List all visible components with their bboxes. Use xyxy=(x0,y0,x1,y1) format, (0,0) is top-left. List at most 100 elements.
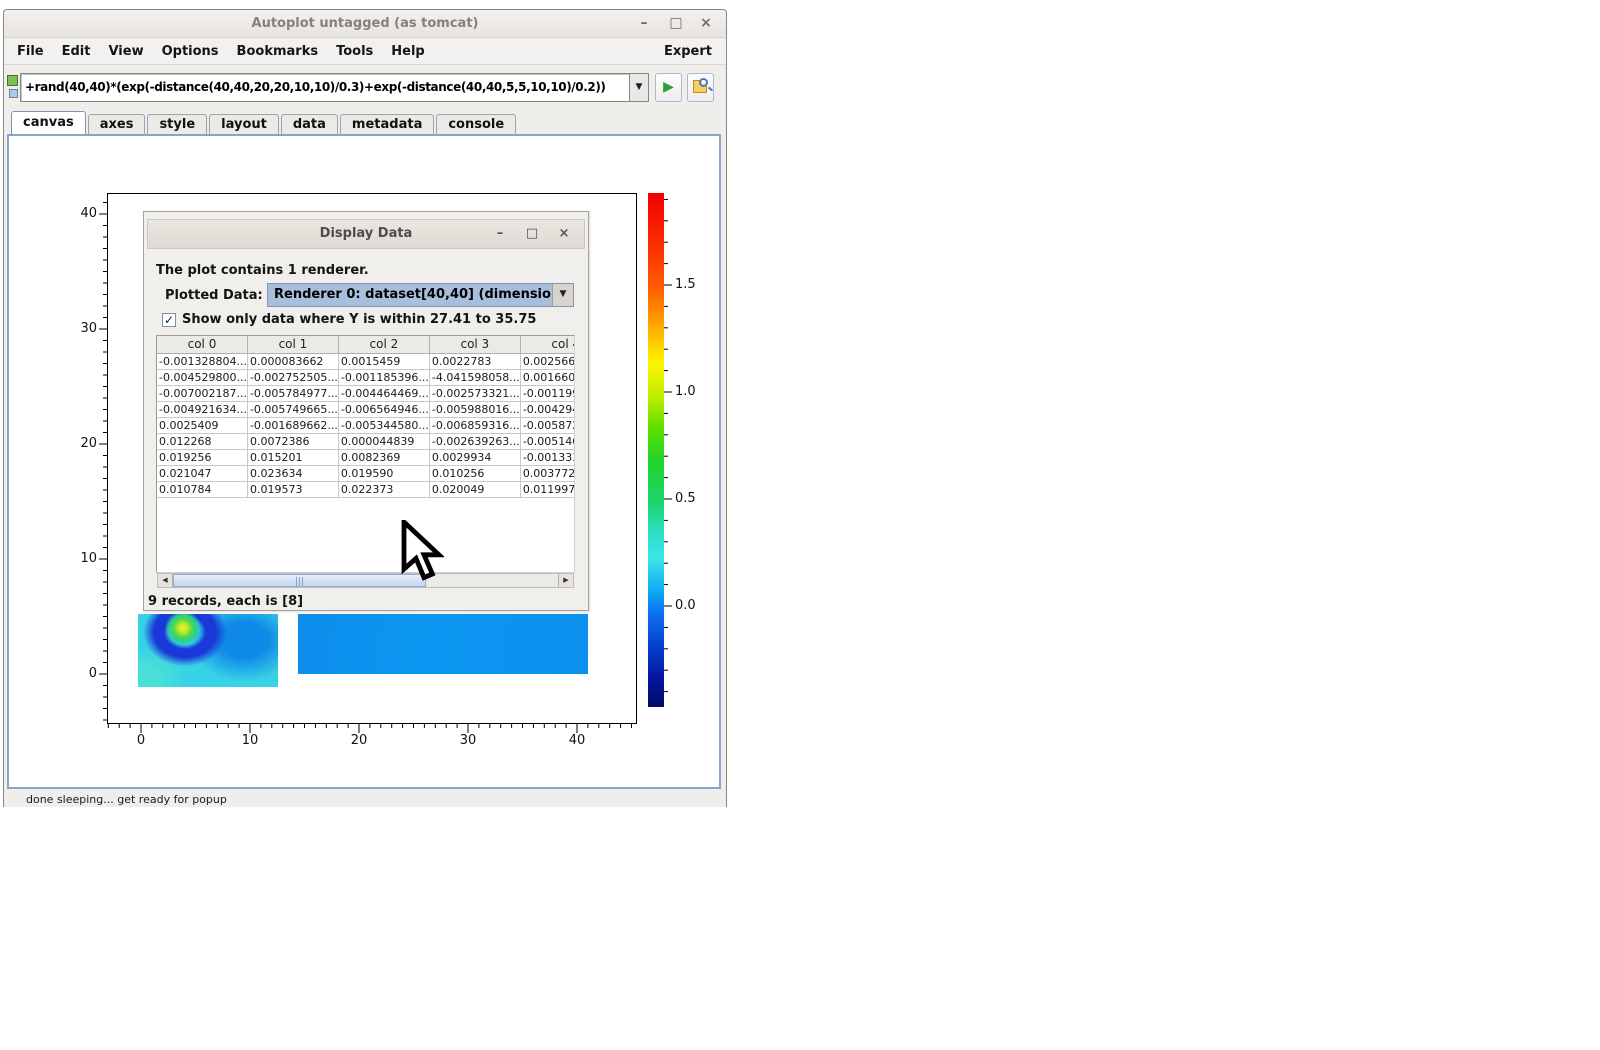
table-cell[interactable]: -0.005784977... xyxy=(247,385,338,401)
menu-bookmarks[interactable]: Bookmarks xyxy=(228,39,328,64)
uri-toolbar: +rand(40,40)*(exp(-distance(40,40,20,20,… xyxy=(4,66,726,111)
plot-canvas[interactable]: 4030201000102030401.51.00.50.0 Display D… xyxy=(7,134,721,789)
table-cell[interactable]: 0.000044839 xyxy=(338,433,429,449)
plotted-data-select[interactable]: Renderer 0: dataset[40,40] (dimension...… xyxy=(267,283,574,307)
table-col-header[interactable]: col 2 xyxy=(338,336,429,353)
table-col-header[interactable]: col 4 xyxy=(520,336,575,353)
chevron-down-icon: ▼ xyxy=(636,82,643,92)
table-cell[interactable]: -0.001199077... xyxy=(520,385,575,401)
combo-arrow-button[interactable]: ▼ xyxy=(552,284,573,306)
table-cell[interactable]: -0.005146240... xyxy=(520,433,575,449)
dialog-close-icon[interactable]: × xyxy=(554,221,574,249)
table-cell[interactable]: -0.007002187... xyxy=(157,385,247,401)
table-cell[interactable]: 0.0072386 xyxy=(247,433,338,449)
table-col-header[interactable]: col 1 xyxy=(247,336,338,353)
heatmap-segment-left xyxy=(138,614,278,687)
table-cell[interactable]: 0.0016608 xyxy=(520,369,575,385)
table-cell[interactable]: 0.011997 xyxy=(520,481,575,497)
menu-help[interactable]: Help xyxy=(382,39,433,64)
y-axis-tick-label: 30 xyxy=(57,321,97,337)
table-cell[interactable]: 0.019573 xyxy=(247,481,338,497)
window-titlebar[interactable]: Autoplot untagged (as tomcat) – □ × xyxy=(4,10,726,38)
data-table-viewport[interactable]: col 0col 1col 2col 3col 4 -0.001328804..… xyxy=(156,335,575,573)
tab-style[interactable]: style xyxy=(147,114,207,134)
go-button[interactable]: ▶ xyxy=(655,73,682,102)
dialog-maximize-icon[interactable]: □ xyxy=(522,221,542,249)
table-cell[interactable]: 0.010784 xyxy=(157,481,247,497)
table-cell[interactable]: -0.005749665... xyxy=(247,401,338,417)
menu-expert[interactable]: Expert xyxy=(650,44,726,59)
table-cell[interactable]: 0.015201 xyxy=(247,449,338,465)
renderer-count-text: The plot contains 1 renderer. xyxy=(156,263,369,278)
table-cell[interactable]: -0.004294298... xyxy=(520,401,575,417)
table-cell[interactable]: -0.001333864... xyxy=(520,449,575,465)
table-cell[interactable]: -0.002639263... xyxy=(429,433,520,449)
table-cell[interactable]: -0.004529800... xyxy=(157,369,247,385)
tab-console[interactable]: console xyxy=(436,114,516,134)
tab-data[interactable]: data xyxy=(281,114,338,134)
y-axis-tick-label: 20 xyxy=(57,436,97,452)
table-cell[interactable]: 0.022373 xyxy=(338,481,429,497)
tab-layout[interactable]: layout xyxy=(209,114,279,134)
menu-options[interactable]: Options xyxy=(153,39,228,64)
table-cell[interactable]: 0.0025409 xyxy=(157,417,247,433)
table-cell[interactable]: -0.006859316... xyxy=(429,417,520,433)
plotted-data-label: Plotted Data: xyxy=(165,288,263,303)
tab-canvas[interactable]: canvas xyxy=(11,111,86,134)
table-row: 0.0192560.0152010.00823690.0029934-0.001… xyxy=(157,449,575,465)
table-cell[interactable]: 0.0029934 xyxy=(429,449,520,465)
table-cell[interactable]: 0.020049 xyxy=(429,481,520,497)
dialog-minimize-icon[interactable]: – xyxy=(490,221,510,249)
close-icon[interactable]: × xyxy=(696,10,716,38)
table-cell[interactable]: -0.005988016... xyxy=(429,401,520,417)
table-cell[interactable]: -0.001328804... xyxy=(157,353,247,369)
menu-edit[interactable]: Edit xyxy=(53,39,100,64)
tab-metadata[interactable]: metadata xyxy=(340,114,434,134)
table-cell[interactable]: 0.023634 xyxy=(247,465,338,481)
tab-bar: canvasaxesstylelayoutdatametadataconsole xyxy=(4,111,726,134)
x-axis-tick-label: 30 xyxy=(448,733,488,749)
table-cell[interactable]: -0.005872606... xyxy=(520,417,575,433)
table-cell[interactable]: 0.019590 xyxy=(338,465,429,481)
filter-checkbox[interactable]: ✓ xyxy=(162,313,176,327)
table-cell[interactable]: 0.010256 xyxy=(429,465,520,481)
menu-file[interactable]: File xyxy=(8,39,53,64)
table-cell[interactable]: 0.012268 xyxy=(157,433,247,449)
table-cell[interactable]: 0.021047 xyxy=(157,465,247,481)
tab-axes[interactable]: axes xyxy=(88,114,146,134)
table-cell[interactable]: -0.002752505... xyxy=(247,369,338,385)
table-cell[interactable]: 0.0082369 xyxy=(338,449,429,465)
table-cell[interactable]: 0.0025660 xyxy=(520,353,575,369)
table-cell[interactable]: 0.0037721 xyxy=(520,465,575,481)
table-cell[interactable]: -0.005344580... xyxy=(338,417,429,433)
uri-input[interactable]: +rand(40,40)*(exp(-distance(40,40,20,20,… xyxy=(20,73,630,102)
display-data-dialog: Display Data – □ × The plot contains 1 r… xyxy=(143,211,589,611)
scroll-left-icon[interactable]: ◀ xyxy=(158,574,173,587)
menu-tools[interactable]: Tools xyxy=(327,39,382,64)
table-cell[interactable]: -4.041598058... xyxy=(429,369,520,385)
table-cell[interactable]: -0.004464469... xyxy=(338,385,429,401)
table-cell[interactable]: 0.000083662 xyxy=(247,353,338,369)
table-cell[interactable]: -0.002573321... xyxy=(429,385,520,401)
inspect-uri-button[interactable] xyxy=(687,73,714,102)
minimize-icon[interactable]: – xyxy=(634,10,654,38)
table-col-header[interactable]: col 0 xyxy=(157,336,247,353)
table-cell[interactable]: -0.001689662... xyxy=(247,417,338,433)
horizontal-scrollbar[interactable]: ◀ ▶ xyxy=(157,573,574,588)
table-cell[interactable]: -0.001185396... xyxy=(338,369,429,385)
scrollbar-thumb[interactable] xyxy=(173,574,426,587)
colorbar-tick-label: 0.0 xyxy=(675,598,709,614)
table-row: 0.0025409-0.001689662...-0.005344580...-… xyxy=(157,417,575,433)
table-cell[interactable]: 0.0015459 xyxy=(338,353,429,369)
menu-view[interactable]: View xyxy=(99,39,152,64)
table-cell[interactable]: 0.0022783 xyxy=(429,353,520,369)
dialog-title: Display Data xyxy=(148,220,584,248)
table-col-header[interactable]: col 3 xyxy=(429,336,520,353)
scroll-right-icon[interactable]: ▶ xyxy=(558,574,573,587)
table-cell[interactable]: 0.019256 xyxy=(157,449,247,465)
table-cell[interactable]: -0.006564946... xyxy=(338,401,429,417)
uri-dropdown-button[interactable]: ▼ xyxy=(630,73,649,102)
table-cell[interactable]: -0.004921634... xyxy=(157,401,247,417)
maximize-icon[interactable]: □ xyxy=(666,10,686,38)
dialog-titlebar[interactable]: Display Data – □ × xyxy=(147,219,585,249)
